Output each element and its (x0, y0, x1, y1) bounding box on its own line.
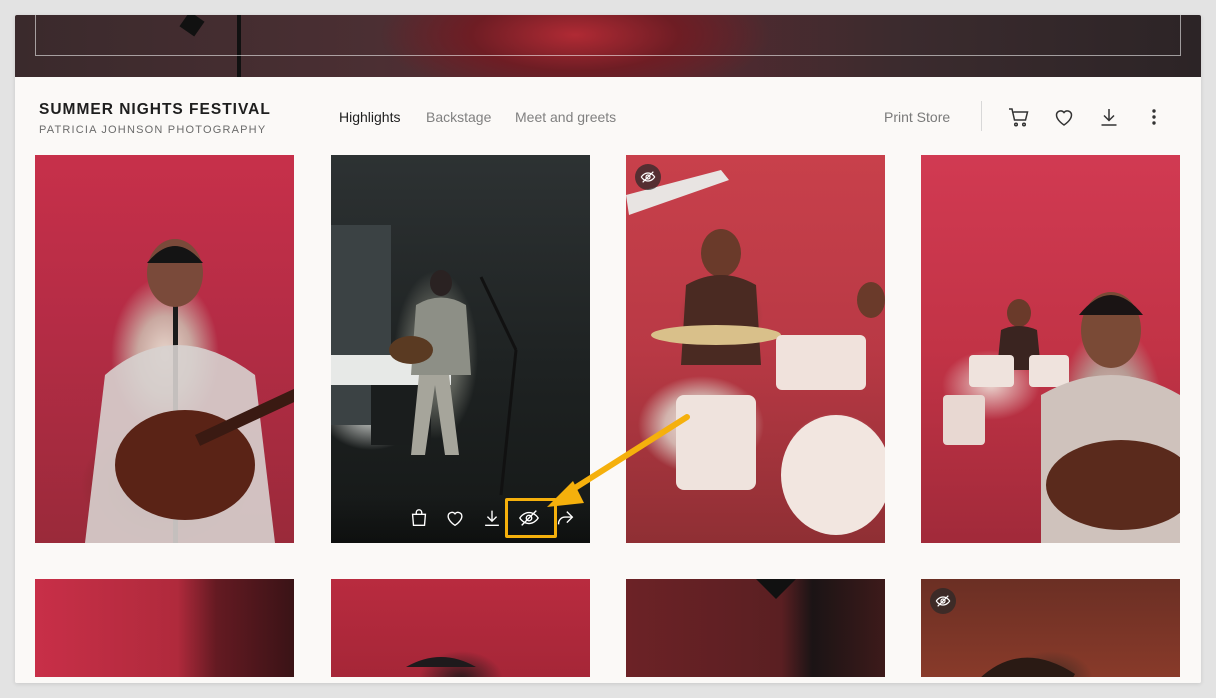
eye-off-icon (640, 171, 656, 183)
photo-tile[interactable] (626, 155, 885, 543)
cover-frame-line (35, 15, 1181, 56)
heart-icon[interactable] (1052, 105, 1076, 129)
photo-tile[interactable] (921, 155, 1180, 543)
tab-backstage[interactable]: Backstage (426, 109, 491, 125)
header-divider (981, 101, 982, 131)
print-store-link[interactable]: Print Store (884, 109, 950, 125)
photo-image (626, 170, 885, 535)
gallery-subtitle: PATRICIA JOHNSON PHOTOGRAPHY (39, 124, 267, 136)
download-icon[interactable] (481, 507, 503, 529)
more-vertical-icon[interactable] (1142, 105, 1166, 129)
photo-image (331, 225, 518, 496)
hidden-badge (930, 588, 956, 614)
heart-icon[interactable] (444, 507, 466, 529)
gallery-window: SUMMER NIGHTS FESTIVAL PATRICIA JOHNSON … (15, 15, 1201, 683)
photo-tile[interactable] (331, 579, 590, 683)
share-icon[interactable] (554, 507, 576, 529)
page-bottom-edge (15, 677, 1201, 683)
photo-tile[interactable] (35, 155, 294, 543)
photo-tile-hovered[interactable] (331, 155, 590, 543)
gallery-title: SUMMER NIGHTS FESTIVAL (39, 101, 271, 118)
photo-tile[interactable] (626, 579, 885, 683)
photo-image (406, 657, 476, 667)
annotation-highlight-box (505, 498, 557, 538)
photo-tile[interactable] (921, 579, 1180, 683)
eye-off-icon (935, 595, 951, 607)
tab-highlights[interactable]: Highlights (339, 109, 400, 125)
hidden-badge (635, 164, 661, 190)
cover-photo (15, 15, 1201, 77)
photo-tile[interactable] (35, 579, 294, 683)
gallery-header: SUMMER NIGHTS FESTIVAL PATRICIA JOHNSON … (15, 77, 1201, 155)
photo-image (85, 239, 294, 543)
photo-image (756, 579, 796, 599)
photo-image (979, 657, 1075, 683)
download-icon[interactable] (1097, 105, 1121, 129)
cart-icon[interactable] (1007, 105, 1031, 129)
tab-meet-and-greets[interactable]: Meet and greets (515, 109, 616, 125)
shopping-bag-icon[interactable] (408, 507, 430, 529)
photo-image (943, 292, 1180, 543)
